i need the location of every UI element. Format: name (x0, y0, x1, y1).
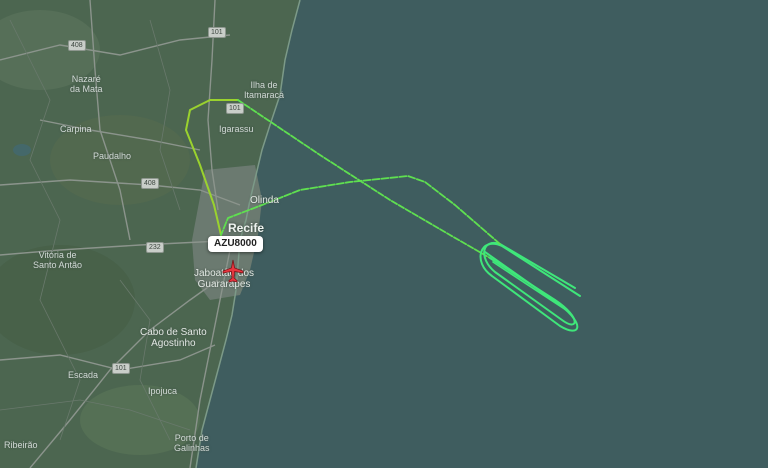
place-label-vitoria-de-santo-antao: Vitória de Santo Antão (33, 250, 83, 270)
flight-tracker-map[interactable]: 408 101 101 408 232 101 Nazaré da Mata I… (0, 0, 768, 468)
place-label-recife: Recife (228, 221, 265, 235)
lake (13, 144, 31, 156)
road-shield-408: 408 (68, 40, 86, 51)
place-label-ipojuca: Ipojuca (148, 386, 178, 396)
road-shield-101: 101 (226, 103, 244, 114)
place-label-cabo-de-santo-agostinho: Cabo de Santo Agostinho (140, 327, 207, 349)
place-label-paudalho: Paudalho (93, 151, 132, 161)
airplane-icon[interactable] (220, 258, 246, 284)
road-shield-101: 101 (112, 363, 130, 374)
place-label-olinda: Olinda (250, 195, 279, 206)
airplane-shape (222, 259, 244, 283)
place-label-ribeirao: Ribeirão (4, 440, 38, 450)
place-label-ilha-de-itamaraca: Ilha de Itamaracá (244, 80, 285, 100)
road-shield-101: 101 (208, 27, 226, 38)
map-base (0, 0, 768, 468)
road-shield-232: 232 (146, 242, 164, 253)
place-label-escada: Escada (68, 370, 99, 380)
place-label-nazare-da-mata: Nazaré da Mata (70, 74, 103, 94)
place-label-porto-de-galinhas: Porto de Galinhas (174, 433, 210, 453)
flight-callsign-label[interactable]: AZU8000 (208, 236, 263, 252)
road-shield-408: 408 (141, 178, 159, 189)
place-label-igarassu: Igarassu (219, 124, 254, 134)
place-label-carpina: Carpina (60, 124, 92, 134)
